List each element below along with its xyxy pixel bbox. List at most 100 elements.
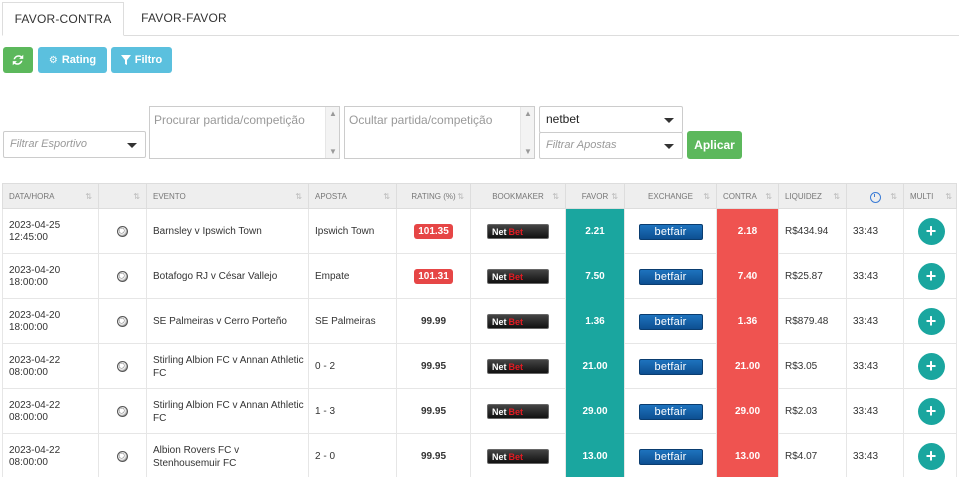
exchange-cell[interactable]: betfair <box>625 434 717 477</box>
col-header-contra[interactable]: CONTRA ⇅ <box>717 184 779 210</box>
add-multi-button[interactable]: + <box>917 308 945 335</box>
col-header-sport[interactable]: ⇅ <box>99 184 147 210</box>
col-header-event[interactable]: EVENTO ⇅ <box>147 184 309 210</box>
add-multi-button[interactable]: + <box>917 398 945 425</box>
event-cell[interactable]: SE Palmeiras v Cerro Porteño <box>147 299 309 344</box>
sport-cell <box>99 434 147 477</box>
exchange-cell[interactable]: betfair <box>625 299 717 344</box>
bets-filter-placeholder: Filtrar Apostas <box>546 139 617 151</box>
rating-cell: 99.95 <box>397 389 471 434</box>
chevron-down-icon <box>664 118 674 123</box>
date-value: 2023-04-22 <box>9 399 61 411</box>
event-cell[interactable]: Barnsley v Ipswich Town <box>147 209 309 254</box>
liquidez-value: R$3.05 <box>785 361 818 372</box>
add-multi-button[interactable]: + <box>917 443 945 470</box>
hide-match-input[interactable]: Ocultar partida/competição ▲ ▼ <box>344 106 535 159</box>
col-header-exchange[interactable]: EXCHANGE ⇅ <box>625 184 717 210</box>
date-value: 2023-04-22 <box>9 444 61 456</box>
event-cell[interactable]: Stirling Albion FC v Annan Athletic FC <box>147 344 309 389</box>
col-header-rating[interactable]: RATING (%) ⇅ <box>397 184 471 210</box>
col-header-favor[interactable]: FAVOR ⇅ <box>566 184 625 210</box>
betfair-logo[interactable]: betfair <box>638 403 703 420</box>
event-cell[interactable]: Albion Rovers FC v Stenhousemuir FC <box>147 434 309 477</box>
search-match-input[interactable]: Procurar partida/competição ▲ ▼ <box>149 106 340 159</box>
col-header-timer[interactable]: ⇅ <box>847 184 904 210</box>
liquidez-cell: R$3.05 <box>779 344 847 389</box>
timer-value: 33:43 <box>853 451 879 462</box>
scrollbar[interactable]: ▲ ▼ <box>520 107 534 158</box>
exchange-cell[interactable]: betfair <box>625 344 717 389</box>
bookmaker-cell[interactable]: Net Bet <box>471 299 566 344</box>
betfair-logo[interactable]: betfair <box>638 268 703 285</box>
apply-button[interactable]: Aplicar <box>687 131 742 159</box>
liquidez-value: R$434.94 <box>785 226 829 237</box>
netbet-logo[interactable]: Net Bet <box>487 404 549 419</box>
netbet-logo[interactable]: Net Bet <box>487 224 549 239</box>
betfair-logo[interactable]: betfair <box>638 313 703 330</box>
add-multi-button[interactable]: + <box>917 263 945 290</box>
rating-value: 99.99 <box>420 316 447 327</box>
date-value: 2023-04-20 <box>9 264 61 276</box>
betfair-logo[interactable]: betfair <box>638 358 703 375</box>
timer-value: 33:43 <box>853 271 879 282</box>
table-row[interactable]: 2023-04-22 08:00:00 Albion Rovers FC v Ste… <box>2 434 957 477</box>
liquidez-cell: R$4.07 <box>779 434 847 477</box>
bets-filter-select[interactable]: Filtrar Apostas <box>539 132 683 159</box>
bookmaker-select[interactable]: netbet <box>539 106 683 133</box>
table-row[interactable]: 2023-04-22 08:00:00 Stirling Albion FC v A… <box>2 389 957 434</box>
tab-favor-favor[interactable]: FAVOR-FAVOR <box>124 2 244 36</box>
event-name: Albion Rovers FC v Stenhousemuir FC <box>153 444 240 469</box>
bet-value: Empate <box>315 271 350 282</box>
exchange-cell[interactable]: betfair <box>625 209 717 254</box>
betfair-logo[interactable]: betfair <box>638 448 703 465</box>
timer-value: 33:43 <box>853 406 879 417</box>
netbet-logo[interactable]: Net Bet <box>487 269 549 284</box>
netbet-logo[interactable]: Net Bet <box>487 359 549 374</box>
time-value: 08:00:00 <box>9 411 48 423</box>
bookmaker-cell[interactable]: Net Bet <box>471 434 566 477</box>
tab-favor-contra[interactable]: FAVOR-CONTRA <box>2 2 124 36</box>
betfair-logo-text: betfair <box>654 405 687 418</box>
rating-button[interactable]: ⚙ Rating <box>38 47 107 73</box>
col-header-bet[interactable]: APOSTA ⇅ <box>309 184 397 210</box>
exchange-cell[interactable]: betfair <box>625 389 717 434</box>
netbet-logo-net: Net <box>492 316 507 327</box>
col-header-bookmaker[interactable]: BOOKMAKER ⇅ <box>471 184 566 210</box>
table-row[interactable]: 2023-04-25 12:45:00 Barnsley v Ipswich Tow… <box>2 209 957 254</box>
rating-value: 99.95 <box>420 361 447 372</box>
sport-filter-placeholder: Filtrar Esportivo <box>10 138 88 150</box>
scrollbar[interactable]: ▲ ▼ <box>325 107 339 158</box>
refresh-button[interactable] <box>3 47 33 73</box>
date-cell: 2023-04-22 08:00:00 <box>3 389 99 434</box>
event-cell[interactable]: Botafogo RJ v César Vallejo <box>147 254 309 299</box>
table-row[interactable]: 2023-04-22 08:00:00 Stirling Albion FC v A… <box>2 344 957 389</box>
timer-cell: 33:43 <box>847 299 904 344</box>
netbet-logo[interactable]: Net Bet <box>487 449 549 464</box>
col-header-date[interactable]: DATA/HORA ⇅ <box>3 184 99 210</box>
exchange-cell[interactable]: betfair <box>625 254 717 299</box>
col-header-multi[interactable]: MULTI ⇅ <box>904 184 958 210</box>
sport-cell <box>99 209 147 254</box>
bet-cell: 2 - 0 <box>309 434 397 477</box>
favor-odds-cell: 29.00 <box>566 389 625 434</box>
col-header-liquidez[interactable]: LIQUIDEZ ⇅ <box>779 184 847 210</box>
bookmaker-cell[interactable]: Net Bet <box>471 254 566 299</box>
event-cell[interactable]: Stirling Albion FC v Annan Athletic FC <box>147 389 309 434</box>
filter-button[interactable]: Filtro <box>111 47 172 73</box>
favor-odds: 13.00 <box>582 451 608 462</box>
bookmaker-cell[interactable]: Net Bet <box>471 389 566 434</box>
rating-badge: 101.35 <box>414 224 453 239</box>
bookmaker-cell[interactable]: Net Bet <box>471 209 566 254</box>
table-row[interactable]: 2023-04-20 18:00:00 SE Palmeiras v Cerro P… <box>2 299 957 344</box>
favor-odds: 2.21 <box>585 226 605 237</box>
betfair-logo[interactable]: betfair <box>638 223 703 240</box>
add-multi-button[interactable]: + <box>917 353 945 380</box>
sport-filter-select[interactable]: Filtrar Esportivo <box>3 131 146 158</box>
netbet-logo[interactable]: Net Bet <box>487 314 549 329</box>
liquidez-cell: R$879.48 <box>779 299 847 344</box>
bookmaker-cell[interactable]: Net Bet <box>471 344 566 389</box>
add-multi-button[interactable]: + <box>917 218 945 245</box>
rating-value: 99.95 <box>420 451 447 462</box>
netbet-logo-bet: Bet <box>508 361 524 372</box>
table-row[interactable]: 2023-04-20 18:00:00 Botafogo RJ v César Va… <box>2 254 957 299</box>
